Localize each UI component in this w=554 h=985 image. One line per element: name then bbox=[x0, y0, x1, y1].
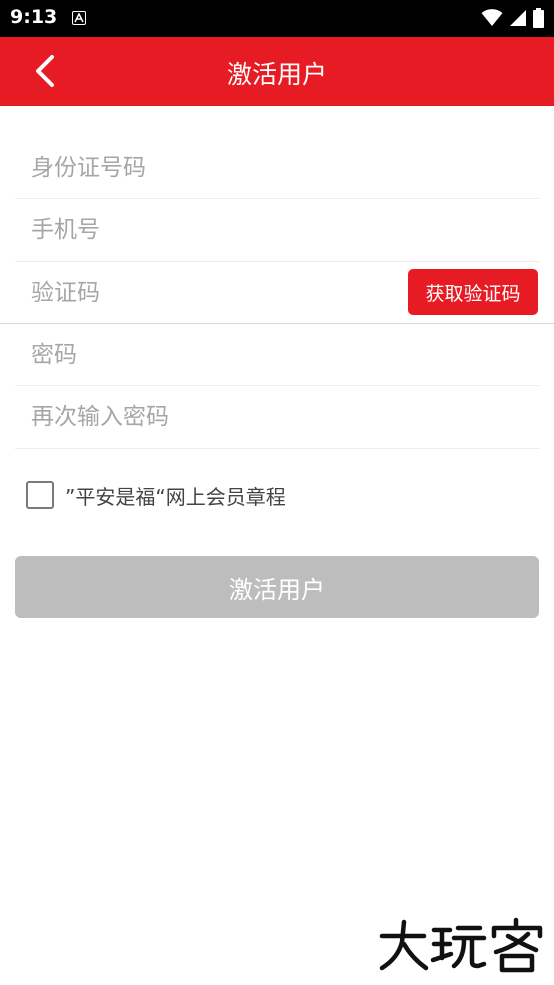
phone-input[interactable] bbox=[31, 199, 391, 261]
status-icons bbox=[481, 8, 544, 28]
id-number-row bbox=[0, 137, 554, 199]
page-title: 激活用户 bbox=[226, 60, 327, 89]
activate-button[interactable]: 激活用户 bbox=[15, 556, 539, 618]
battery-icon bbox=[533, 8, 544, 28]
id-number-input[interactable] bbox=[31, 137, 391, 199]
status-time: 9:13 bbox=[10, 6, 58, 28]
app-bar: 激活用户 bbox=[0, 37, 554, 106]
phone-row bbox=[0, 199, 554, 261]
watermark-logo bbox=[379, 917, 543, 973]
signal-icon bbox=[510, 10, 526, 26]
get-code-button[interactable]: 获取验证码 bbox=[408, 269, 538, 315]
divider bbox=[15, 448, 539, 449]
status-bar: 9:13 bbox=[0, 0, 554, 37]
a-notification-icon bbox=[72, 11, 86, 25]
agreement-checkbox[interactable] bbox=[26, 481, 54, 509]
password-row bbox=[0, 324, 554, 386]
agreement-link[interactable]: ”平安是福“网上会员章程 bbox=[65, 481, 286, 510]
password-input[interactable] bbox=[31, 324, 391, 386]
confirm-password-row bbox=[0, 386, 554, 448]
agreement-row: ”平安是福“网上会员章程 bbox=[26, 480, 286, 510]
confirm-password-input[interactable] bbox=[31, 386, 391, 448]
verification-code-input[interactable] bbox=[31, 262, 391, 324]
wifi-icon bbox=[481, 9, 503, 26]
